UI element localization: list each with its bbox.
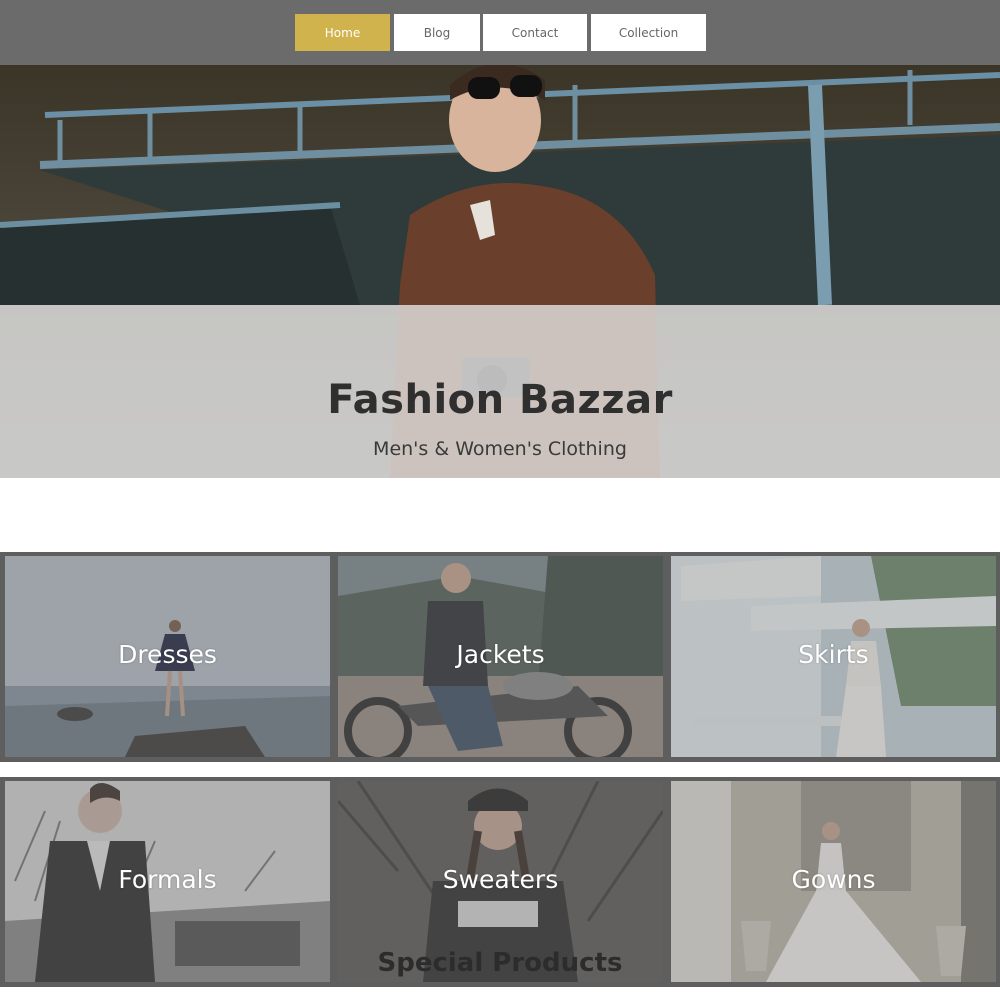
category-label: Sweaters bbox=[442, 865, 559, 894]
category-tile-jackets[interactable]: Jackets bbox=[338, 556, 663, 757]
category-label: Dresses bbox=[118, 640, 217, 669]
category-tile-skirts[interactable]: Skirts bbox=[671, 556, 996, 757]
nav-blog-button[interactable]: Blog bbox=[394, 14, 480, 51]
category-label: Jackets bbox=[456, 640, 545, 669]
hero-title: Fashion Bazzar bbox=[327, 377, 673, 423]
hero-subtitle: Men's & Women's Clothing bbox=[373, 438, 627, 460]
category-label: Gowns bbox=[791, 865, 876, 894]
special-products-heading: Special Products bbox=[377, 948, 623, 978]
category-label: Formals bbox=[118, 865, 217, 894]
nav-home-button[interactable]: Home bbox=[295, 14, 390, 51]
category-tile-dresses[interactable]: Dresses bbox=[5, 556, 330, 757]
category-label: Skirts bbox=[798, 640, 869, 669]
nav-collection-button[interactable]: Collection bbox=[591, 14, 706, 51]
top-nav: Home Blog Contact Collection bbox=[0, 0, 1000, 65]
nav-contact-button[interactable]: Contact bbox=[483, 14, 587, 51]
category-row-1: Dresses Jackets Skirts bbox=[0, 552, 1000, 762]
hero-banner: Fashion Bazzar Men's & Women's Clothing bbox=[0, 65, 1000, 478]
